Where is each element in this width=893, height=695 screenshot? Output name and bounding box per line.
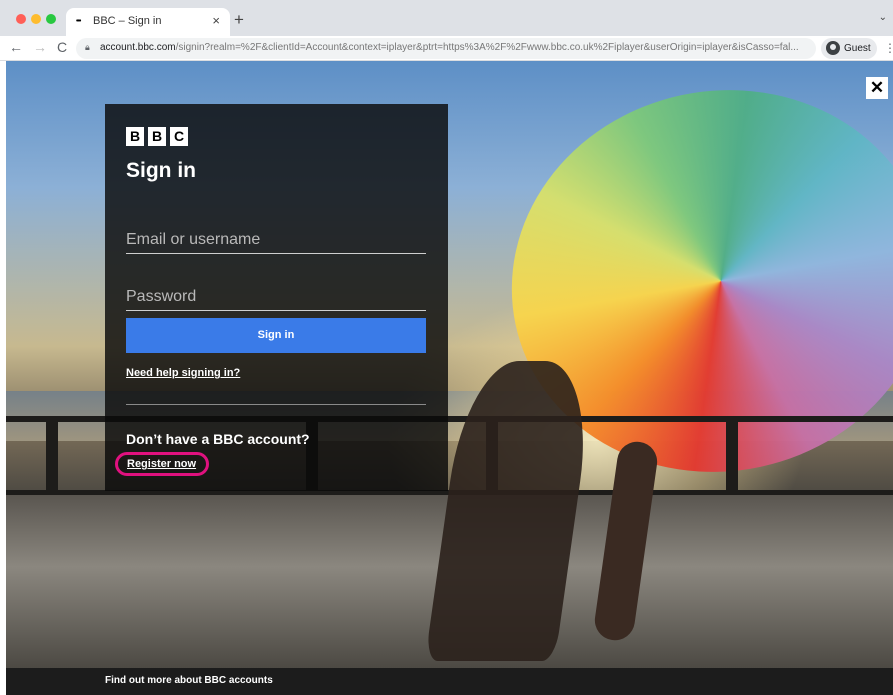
browser-menu-icon[interactable]: ⋮ [884, 41, 893, 55]
password-field[interactable]: Password [126, 285, 426, 311]
rail-post [46, 416, 58, 494]
register-now-link[interactable]: Register now [127, 458, 196, 470]
tab-title: BBC – Sign in [93, 15, 162, 27]
no-account-heading: Don’t have a BBC account? [126, 431, 310, 447]
bbc-logo-letter: B [148, 127, 166, 146]
address-bar[interactable]: 🔒︎ account.bbc.com/signin?realm=%2F&clie… [76, 38, 816, 59]
tab-close-icon[interactable]: × [212, 13, 220, 28]
browser-tab-bar: ••• BBC – Sign in × + ⌄ [0, 0, 893, 36]
signin-button[interactable]: Sign in [126, 318, 426, 353]
url-path: /signin?realm=%2F&clientId=Account&conte… [175, 42, 799, 53]
bbc-logo-letter: B [126, 127, 144, 146]
signin-page: ✕ B B C Sign in Email or username Passwo… [6, 61, 893, 695]
url-text: account.bbc.com/signin?realm=%2F&clientI… [100, 42, 799, 53]
back-arrow-icon[interactable]: ← [9, 39, 23, 55]
browser-toolbar: ← → C 🔒︎ account.bbc.com/signin?realm=%2… [0, 36, 893, 61]
lock-icon[interactable]: 🔒︎ [85, 42, 90, 53]
reload-icon[interactable]: C [57, 39, 67, 55]
register-highlight: Register now [115, 452, 209, 476]
footer: Find out more about BBC accounts [6, 668, 893, 695]
bbc-logo-letter: C [170, 127, 188, 146]
tab-search-chevron-icon[interactable]: ⌄ [879, 12, 887, 23]
close-window-button[interactable] [16, 14, 26, 24]
password-placeholder: Password [126, 288, 197, 305]
email-placeholder: Email or username [126, 231, 261, 248]
profile-label: Guest [844, 43, 871, 54]
browser-tab[interactable]: ••• BBC – Sign in × [66, 8, 230, 36]
bbc-accounts-info-link[interactable]: Find out more about BBC accounts [105, 675, 273, 686]
profile-avatar-icon [826, 41, 840, 55]
new-tab-icon[interactable]: + [234, 10, 244, 30]
minimize-window-button[interactable] [31, 14, 41, 24]
close-icon[interactable]: ✕ [866, 77, 888, 99]
email-field[interactable]: Email or username [126, 228, 426, 254]
rail-post [726, 416, 738, 494]
signin-panel: B B C Sign in Email or username Password… [105, 104, 448, 491]
help-signing-in-link[interactable]: Need help signing in? [126, 367, 240, 379]
maximize-window-button[interactable] [46, 14, 56, 24]
forward-arrow-icon[interactable]: → [33, 39, 47, 55]
page-title: Sign in [126, 159, 196, 182]
divider [126, 404, 426, 405]
profile-button[interactable]: Guest [821, 38, 877, 59]
url-host: account.bbc.com [100, 42, 176, 53]
bbc-favicon-icon: ••• [76, 18, 81, 25]
